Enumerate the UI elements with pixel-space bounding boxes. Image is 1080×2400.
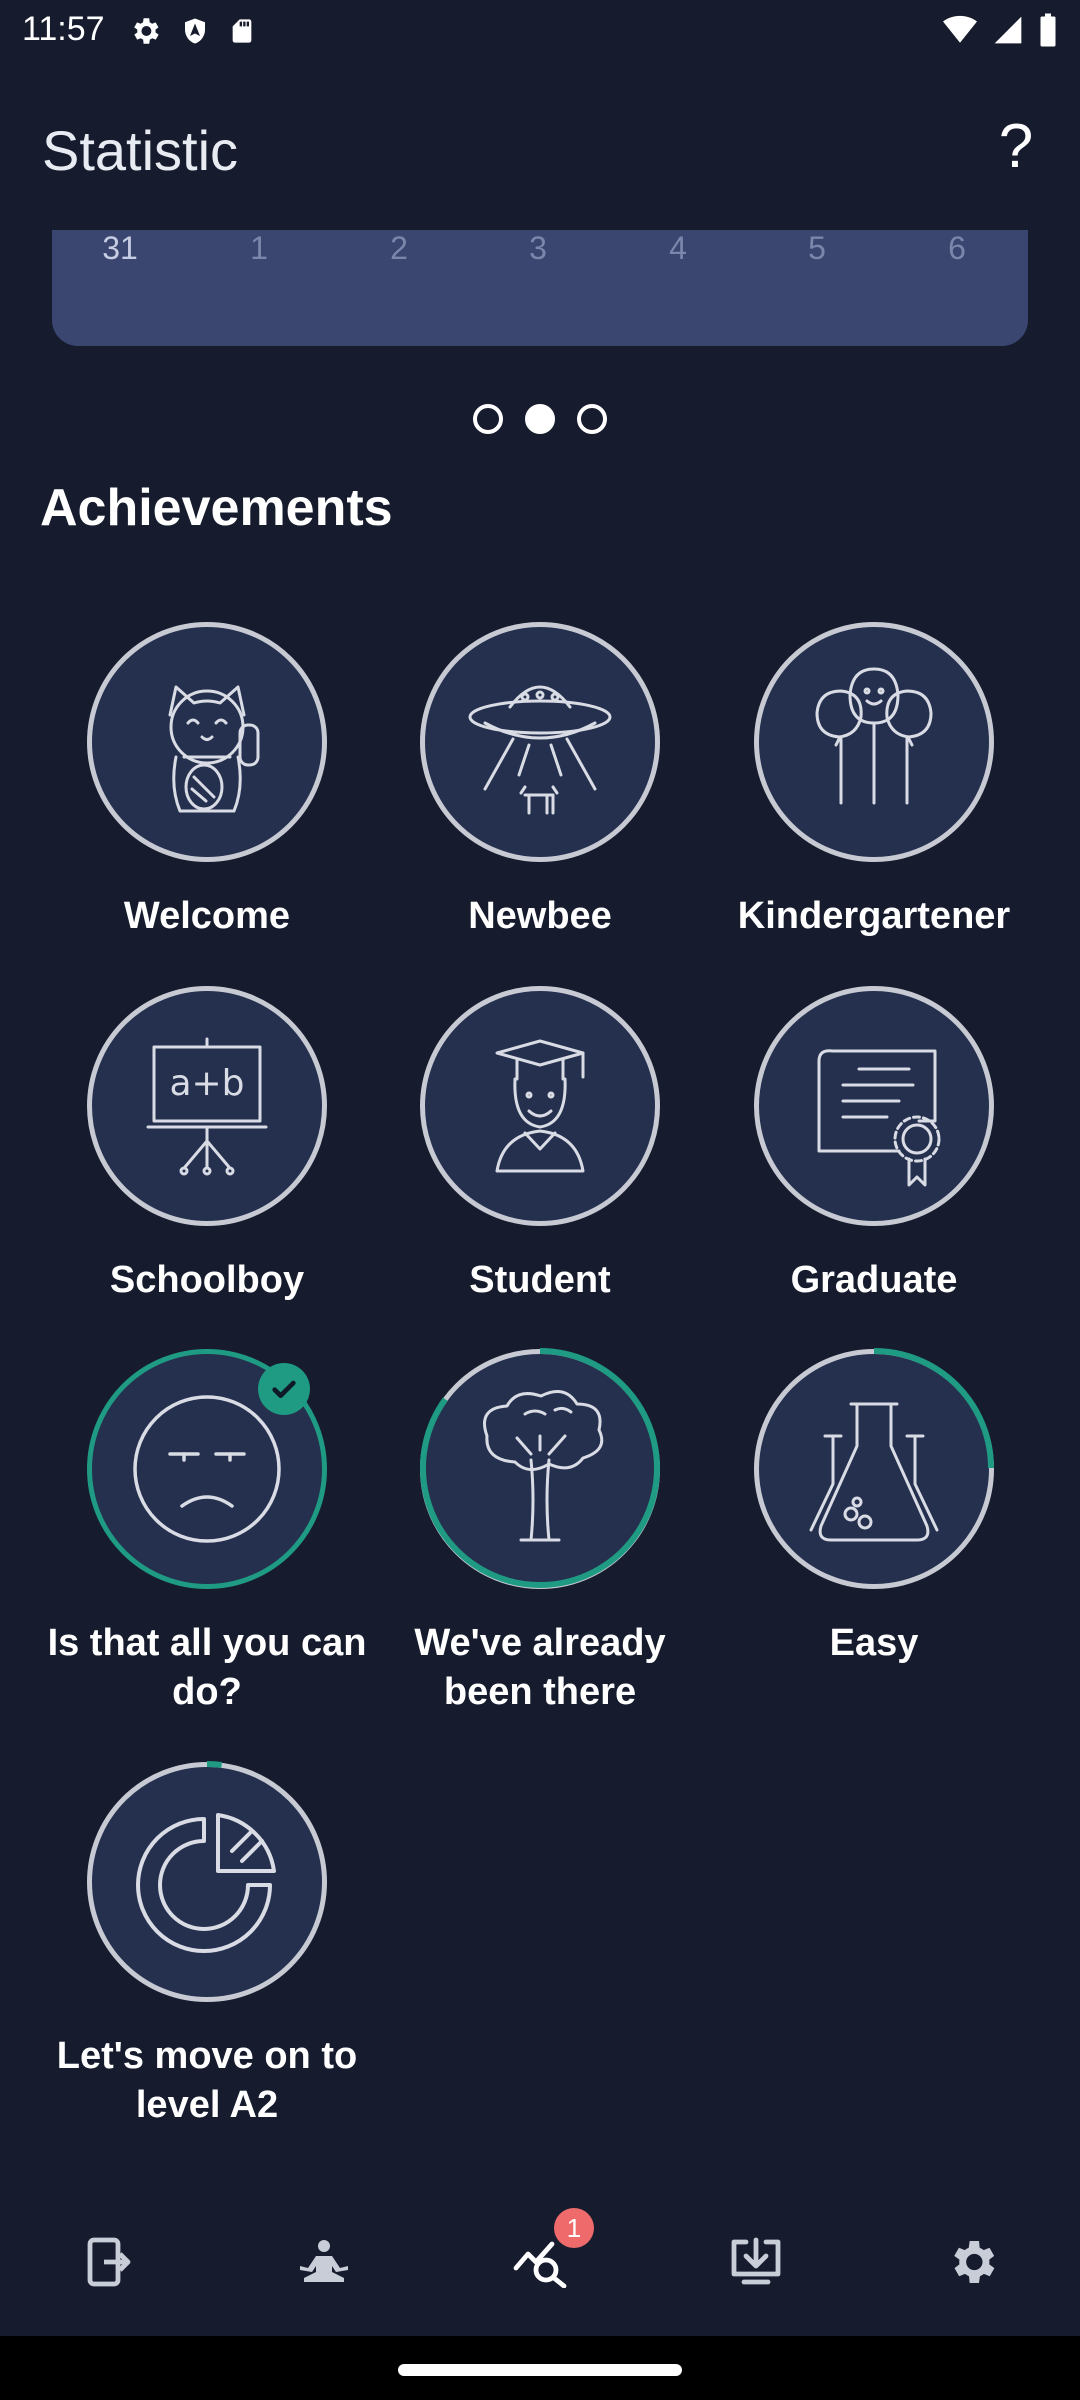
nav-cards[interactable] xyxy=(0,2188,216,2336)
calendar-day: 2 xyxy=(390,230,408,266)
download-icon xyxy=(731,2237,781,2285)
help-icon: ? xyxy=(998,111,1034,181)
help-button[interactable]: ? xyxy=(978,106,1054,186)
pie-chart-icon xyxy=(136,1813,276,1953)
gear-icon xyxy=(954,2241,995,2283)
sd-card-icon xyxy=(232,19,252,43)
meditation-icon xyxy=(300,2240,348,2282)
achievement-label: We've already been there xyxy=(414,1622,666,1713)
card-arrow-icon xyxy=(87,2237,131,2287)
nav-statistic[interactable]: 1 xyxy=(432,2188,648,2336)
gear-icon xyxy=(134,18,159,44)
app-bar: Statistic ? xyxy=(0,62,1080,230)
nav-training[interactable] xyxy=(216,2188,432,2336)
nav-download[interactable] xyxy=(648,2188,864,2336)
calendar-day: 31 xyxy=(102,230,138,266)
wifi-icon xyxy=(943,15,977,43)
balloons-icon xyxy=(815,667,933,805)
achievement-label: Easy xyxy=(829,1622,919,1664)
nav-settings[interactable] xyxy=(864,2188,1080,2336)
achievement-label: Kindergartener xyxy=(737,895,1011,937)
gesture-navigation-area xyxy=(0,2336,1080,2400)
calendar-day: 6 xyxy=(948,230,966,266)
achievement-label: Let's move on to level A2 xyxy=(56,2035,358,2126)
home-gesture-bar[interactable] xyxy=(398,2364,682,2376)
calendar-day: 3 xyxy=(529,230,547,266)
battery-icon xyxy=(1040,13,1056,47)
status-icons-right xyxy=(942,12,1058,48)
pager-dot-active[interactable] xyxy=(525,404,555,434)
achievements-title: Achievements xyxy=(40,479,393,537)
bottom-navigation: 1 xyxy=(0,2188,1080,2336)
achievement-label: Schoolboy xyxy=(109,1259,305,1301)
achievement-label: Graduate xyxy=(790,1259,958,1301)
whiteboard-icon: a+b xyxy=(146,1037,268,1176)
lucky-cat-icon xyxy=(168,685,260,813)
shield-icon xyxy=(185,18,205,44)
status-time: 11:57 xyxy=(22,10,105,48)
completed-check-icon xyxy=(258,1363,310,1415)
svg-text:a+b: a+b xyxy=(169,1063,244,1104)
calendar-day: 1 xyxy=(250,230,268,266)
ufo-icon xyxy=(468,685,612,815)
tree-icon xyxy=(483,1390,604,1542)
calendar-day: 5 xyxy=(808,230,826,266)
pager-indicator xyxy=(0,404,1080,434)
graduate-student-icon xyxy=(495,1039,585,1173)
achievement-label: Student xyxy=(469,1259,611,1301)
pager-dot[interactable] xyxy=(473,404,503,434)
diploma-icon xyxy=(817,1049,941,1187)
flask-icon xyxy=(809,1402,939,1542)
status-bar: 11:57 xyxy=(0,0,1080,62)
achievement-label: Newbee xyxy=(468,895,612,937)
achievement-label: Welcome xyxy=(123,895,291,937)
week-calendar-card[interactable]: 31 1 2 3 4 5 6 xyxy=(52,230,1028,346)
page-title: Statistic xyxy=(42,119,239,182)
signal-icon xyxy=(994,16,1022,44)
notification-badge: 1 xyxy=(554,2208,594,2248)
status-icons-left xyxy=(128,14,256,48)
calendar-day: 4 xyxy=(669,230,687,266)
pager-dot[interactable] xyxy=(577,404,607,434)
achievement-label: Is that all you can do? xyxy=(47,1622,367,1713)
stats-search-icon xyxy=(513,2241,567,2288)
